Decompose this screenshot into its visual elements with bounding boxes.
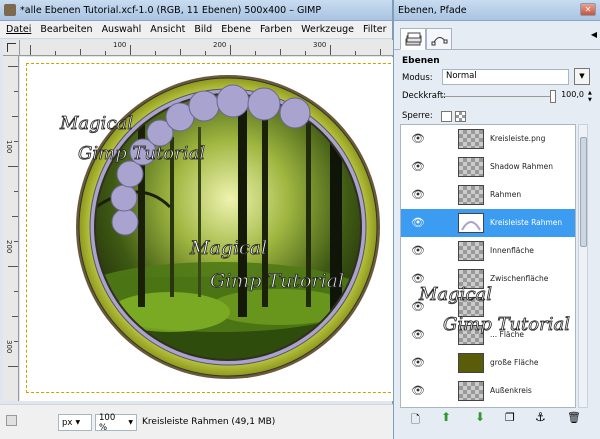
opacity-value[interactable]: 100,0 <box>557 90 592 104</box>
opacity-spinner-icon[interactable]: ▲ ▼ <box>588 90 594 104</box>
menu-datei[interactable]: Datei <box>6 24 31 35</box>
eye-icon[interactable]: 👁 <box>411 133 425 144</box>
gimp-app-icon <box>4 4 16 16</box>
menu-werkzeuge[interactable]: Werkzeuge <box>301 24 354 35</box>
opacity-slider-handle[interactable] <box>550 90 556 103</box>
new-layer-icon[interactable]: 🗋 <box>411 411 420 430</box>
trash-icon[interactable]: 🗑 <box>567 411 581 424</box>
raise-layer-icon[interactable]: ⬆ <box>441 410 451 424</box>
layer-row[interactable]: 👁 Rahmen <box>401 181 575 209</box>
dock-watermark: Magical Gimp Tutorial <box>418 284 571 336</box>
layer-boundary <box>26 63 393 393</box>
eye-icon[interactable]: 👁 <box>411 217 425 228</box>
layer-name: Rahmen <box>490 190 522 199</box>
ruler-label: 300 <box>313 41 327 49</box>
statusbar: px ▼ 100 % ▼ Kreisleiste Rahmen (49,1 MB) <box>0 404 393 439</box>
layer-row[interactable]: 👁 Shadow Rahmen <box>401 153 575 181</box>
layers-list: 👁 Kreisleiste.png 👁 Shadow Rahmen 👁 Rahm… <box>400 124 576 408</box>
layer-thumbnail <box>458 213 484 233</box>
layer-row-selected[interactable]: 👁 Kreisleiste Rahmen <box>401 209 575 237</box>
layer-thumbnail <box>458 353 484 373</box>
opacity-label: Deckkraft: <box>402 91 447 101</box>
chevron-down-icon[interactable]: ▼ <box>574 68 590 85</box>
menu-farben[interactable]: Farben <box>260 24 292 35</box>
eye-icon[interactable]: 👁 <box>411 245 425 256</box>
chevron-down-icon: ▼ <box>75 419 81 426</box>
layer-name: Shadow Rahmen <box>490 162 554 171</box>
layers-toolbar: 🗋 ⬆ ⬇ ❐ ⚓ 🗑 <box>393 410 600 426</box>
layer-row[interactable]: 👁 Kreisleiste.png <box>401 125 575 153</box>
eye-icon[interactable]: 👁 <box>411 189 425 200</box>
lock-alpha-icon[interactable] <box>455 111 466 122</box>
menu-ansicht[interactable]: Ansicht <box>150 24 185 35</box>
layer-row[interactable]: 👁 Innenfläche <box>401 237 575 265</box>
tab-paths[interactable] <box>426 28 452 50</box>
zoom-select[interactable]: 100 % ▼ <box>95 412 137 433</box>
close-icon[interactable]: ✕ <box>580 3 596 16</box>
ruler-label: 100 <box>5 140 13 154</box>
layer-row[interactable]: 👁 Außenkreis <box>401 377 575 405</box>
mode-label: Modus: <box>402 73 433 83</box>
layer-thumbnail <box>458 157 484 177</box>
lower-layer-icon[interactable]: ⬇ <box>475 410 485 424</box>
ruler-label: 100 <box>113 41 127 49</box>
watermark-line: Magical <box>418 284 492 305</box>
layer-name: große Fläche <box>490 358 539 367</box>
layers-scrollbar[interactable] <box>578 124 588 408</box>
layer-name: Innenfläche <box>490 246 534 255</box>
layer-thumbnail <box>458 129 484 149</box>
dock-titlebar[interactable]: Ebenen, Pfade ✕ <box>394 0 600 21</box>
watermark-line: Gimp Tutorial <box>443 314 570 335</box>
dock-title: Ebenen, Pfade <box>398 4 467 16</box>
main-titlebar[interactable]: *alle Ebenen Tutorial.xcf-1.0 (RGB, 11 E… <box>0 0 392 21</box>
tab-menu-icon[interactable]: ◀ <box>591 30 597 39</box>
menu-bearbeiten[interactable]: Bearbeiten <box>40 24 92 35</box>
status-text: Kreisleiste Rahmen (49,1 MB) <box>142 417 276 427</box>
layers-heading: Ebenen <box>402 56 440 66</box>
tab-layers[interactable] <box>400 28 426 50</box>
unit-value: px <box>62 417 73 428</box>
gimp-image-window: *alle Ebenen Tutorial.xcf-1.0 (RGB, 11 E… <box>0 0 393 439</box>
unit-select[interactable]: px ▼ <box>58 414 92 431</box>
scrollbar-thumb[interactable] <box>580 137 587 247</box>
eye-icon[interactable]: 👁 <box>411 161 425 172</box>
ruler-label: 200 <box>213 41 227 49</box>
horizontal-ruler[interactable]: 100 200 300 <box>20 40 393 56</box>
paths-icon <box>431 37 448 46</box>
menu-filter[interactable]: Filter <box>363 24 387 35</box>
zoom-value: 100 % <box>99 412 116 433</box>
layer-name: Kreisleiste.png <box>490 134 546 143</box>
anchor-layer-icon[interactable]: ⚓ <box>535 410 546 424</box>
layers-icon <box>405 32 422 46</box>
menu-bild[interactable]: Bild <box>194 24 212 35</box>
lock-label: Sperre: <box>402 111 433 121</box>
duplicate-layer-icon[interactable]: ❐ <box>505 411 515 424</box>
mode-select[interactable]: Normal <box>442 69 569 85</box>
ruler-label: 200 <box>5 240 13 254</box>
dock-tabs: ◀ <box>394 24 600 50</box>
layer-row[interactable]: 👁 große Fläche <box>401 349 575 377</box>
layer-thumbnail <box>458 241 484 261</box>
layer-name: Kreisleiste Rahmen <box>490 218 563 227</box>
menu-auswahl[interactable]: Auswahl <box>102 24 142 35</box>
menu-ebene[interactable]: Ebene <box>221 24 251 35</box>
opacity-slider[interactable] <box>441 90 556 103</box>
navigate-icon[interactable] <box>6 415 17 426</box>
menubar: Datei Bearbeiten Auswahl Ansicht Bild Eb… <box>0 21 392 39</box>
layer-name: Außenkreis <box>490 386 532 395</box>
ruler-label: 300 <box>5 340 13 354</box>
chevron-down-icon: ▼ <box>128 419 133 426</box>
main-window-title: *alle Ebenen Tutorial.xcf-1.0 (RGB, 11 E… <box>20 4 322 16</box>
image-canvas[interactable]: Magical Gimp Tutorial Magical Gimp Tutor… <box>20 57 393 401</box>
lock-pixels-checkbox[interactable] <box>441 111 452 122</box>
layer-thumbnail <box>458 185 484 205</box>
layer-thumbnail <box>458 381 484 401</box>
eye-icon[interactable]: 👁 <box>411 385 425 396</box>
vertical-ruler[interactable]: 100 200 300 <box>3 56 19 401</box>
ruler-corner-button[interactable] <box>3 40 20 56</box>
eye-icon[interactable]: 👁 <box>411 357 425 368</box>
